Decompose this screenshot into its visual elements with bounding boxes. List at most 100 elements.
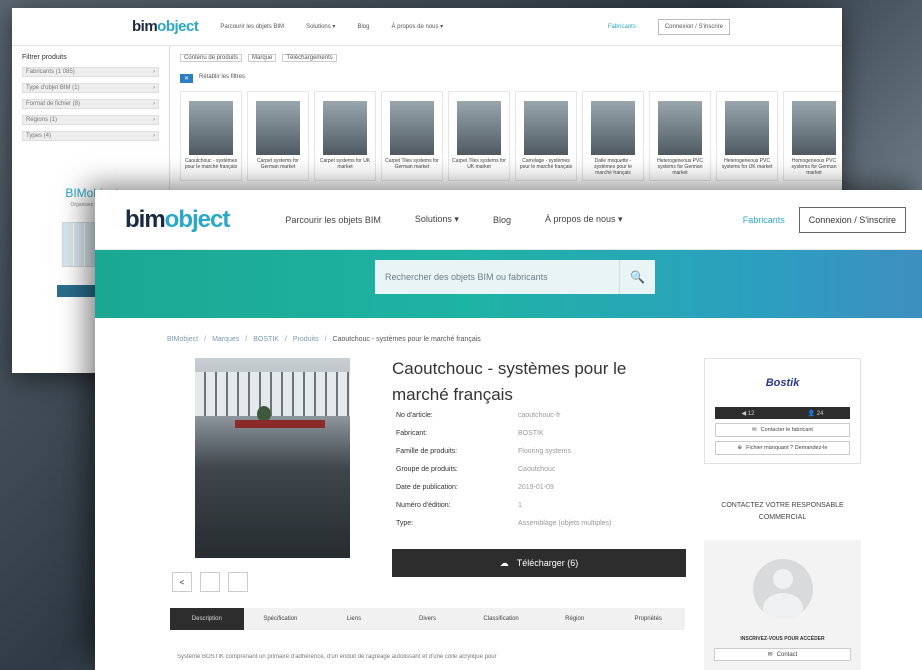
reset-filters-link[interactable]: Rétablir les filtres [199,74,245,83]
tool-content[interactable]: Contenu de produits [180,54,243,62]
logo-part-a: bim [125,205,166,233]
filter-row[interactable]: Type d'objet BIM (1) › [22,83,159,93]
product-card[interactable]: Carpet systems for German market [247,91,309,181]
product-card[interactable]: Heterogeneous PVC systems for UK market [716,91,778,181]
tab-misc[interactable]: Divers [391,608,465,630]
results-toolbar: Contenu de produits Marque Téléchargemen… [180,52,834,64]
signup-text: INSCRIVEZ-VOUS POUR ACCÉDER [740,636,825,642]
nav-about[interactable]: À propos de nous ▾ [545,214,623,225]
product-card[interactable]: Caoutchouc - systèmes pour le marché fra… [180,91,242,181]
search-placeholder: Rechercher des objets BIM ou fabricants [385,272,548,282]
product-name: Heterogeneous PVC systems for German mar… [657,158,703,176]
search-icon[interactable]: 🔍 [619,260,655,294]
product-name: Carrelage - systèmes pour le marché fran… [519,158,573,170]
chevron-icon: › [153,117,155,123]
logo-part-b: object [164,205,231,233]
product-image[interactable] [195,358,350,558]
filter-row[interactable]: Format de fichier (8) › [22,99,159,109]
breadcrumb: BIMobject / Marques / BOSTIK / Produits / Ca… [167,336,481,343]
attribute-value[interactable]: Caoutchouc [518,466,555,484]
product-thumbnail [390,101,434,155]
filter-row[interactable]: Régions (1) › [22,115,159,125]
tab-region[interactable]: Région [538,608,612,630]
request-file-button[interactable]: ⊕ Fichier manquant ? Demandez-le [715,441,850,455]
filter-row[interactable]: Types (4) › [22,131,159,141]
back-logo-part-b: object [157,18,199,35]
tool-downloads[interactable]: Téléchargements [282,54,337,62]
share-actions: < [172,572,248,592]
attribute-key: Numéro d'édition: [396,502,451,509]
product-card[interactable]: Heterogeneous PVC systems for German mar… [649,91,711,181]
attribute-key: No d'article: [396,412,433,419]
product-card[interactable]: Carrelage - systèmes pour le marché fran… [515,91,577,181]
product-name: Carpet systems for UK market [319,158,371,170]
attribute-key: Fabricant: [396,430,428,437]
product-card[interactable]: Carpet systems for UK market [314,91,376,181]
tab-properties[interactable]: Propriétés [611,608,685,630]
product-name: Homogeneous PVC systems for German marke… [791,158,837,176]
manufacturer-logo[interactable]: Bostik [705,359,860,407]
product-thumbnail [457,101,501,155]
tab-classification[interactable]: Classification [464,608,538,630]
nav-fabricants[interactable]: Fabricants [743,215,785,225]
share-icon[interactable]: < [172,572,192,592]
contact-manufacturer-button[interactable]: ✉ Contacter le fabricant [715,423,850,437]
tool-brand[interactable]: Marque [248,54,277,62]
product-card[interactable]: Carpet Tiles systems for UK market [448,91,510,181]
chevron-icon: › [153,85,155,91]
tab-links[interactable]: Liens [317,608,391,630]
back-logo-part-a: bim [132,18,158,35]
filter-row[interactable]: Fabricants (1 085) › [22,67,159,77]
product-thumbnail [524,101,568,155]
back-nav-solutions[interactable]: Solutions ▾ [306,23,335,30]
breadcrumb-separator: / [284,336,287,343]
breadcrumb-item[interactable]: BOSTIK [253,336,279,343]
back-nav-blog[interactable]: Blog [357,24,369,30]
product-card[interactable]: Carpet Tiles systems for German market [381,91,443,181]
attribute-row: Groupe de produits: Caoutchouc [396,466,611,484]
download-button[interactable]: ☁ Télécharger (6) [392,549,686,577]
back-nav-about[interactable]: À propos de nous ▾ [391,23,443,30]
rep-contact-label: Contact [776,651,798,658]
breadcrumb-item[interactable]: BIMobject [167,336,198,343]
favorite-icon[interactable] [228,572,248,592]
attribute-value[interactable]: BOSTIK [518,430,544,448]
breadcrumb-item[interactable]: Marques [212,336,239,343]
nav-solutions[interactable]: Solutions ▾ [415,214,459,225]
attribute-key: Type: [396,520,414,527]
sales-rep-panel: INSCRIVEZ-VOUS POUR ACCÉDER ✉ Contact [704,540,861,670]
bimobject-logo[interactable]: bimobject [125,205,231,234]
chevron-icon: › [153,69,155,75]
back-logo[interactable]: bimobject [132,18,199,35]
product-card[interactable]: Homogeneous PVC systems for German marke… [783,91,842,181]
back-nav-browse[interactable]: Parcourir les objets BIM [220,24,284,30]
front-window: bimobject Parcourir les objets BIM Solut… [95,190,922,670]
filter-title: Filtrer produits [22,54,67,61]
product-card[interactable]: Dalle moquette - systèmes pour le marché… [582,91,644,181]
nav-blog[interactable]: Blog [493,215,511,225]
breadcrumb-separator: / [204,336,207,343]
tab-description[interactable]: Description [170,608,244,630]
attribute-value: 1 [518,502,522,509]
breadcrumb-separator: / [245,336,248,343]
attribute-key: Groupe de produits: [396,466,458,473]
tab-specification[interactable]: Spécification [244,608,318,630]
contact-rep-title: CONTACTEZ VOTRE RESPONSABLE COMMERCIAL [721,502,844,521]
active-filter-bar: ✕ Rétablir les filtres [180,74,834,83]
login-button[interactable]: Connexion / S'inscrire [798,206,906,233]
back-login-button[interactable]: Connexion / S'inscrire [657,18,730,35]
product-name: Carpet Tiles systems for German market [385,158,439,170]
back-nav-fabricants[interactable]: Fabricants [608,24,636,30]
view-3d-icon[interactable] [200,572,220,592]
download-label: Télécharger (6) [516,558,579,568]
product-thumbnail [658,101,702,155]
product-thumbnail [189,101,233,155]
nav-browse[interactable]: Parcourir les objets BIM [285,215,381,225]
search-input[interactable]: Rechercher des objets BIM ou fabricants … [375,260,655,294]
chevron-icon: › [153,101,155,107]
active-filter-chip[interactable]: ✕ [180,74,194,83]
breadcrumb-item[interactable]: Produits [293,336,319,343]
attribute-key: Famille de produits: [396,448,458,455]
attribute-value[interactable]: Flooring systems [518,448,571,466]
rep-contact-button[interactable]: ✉ Contact [714,648,851,661]
